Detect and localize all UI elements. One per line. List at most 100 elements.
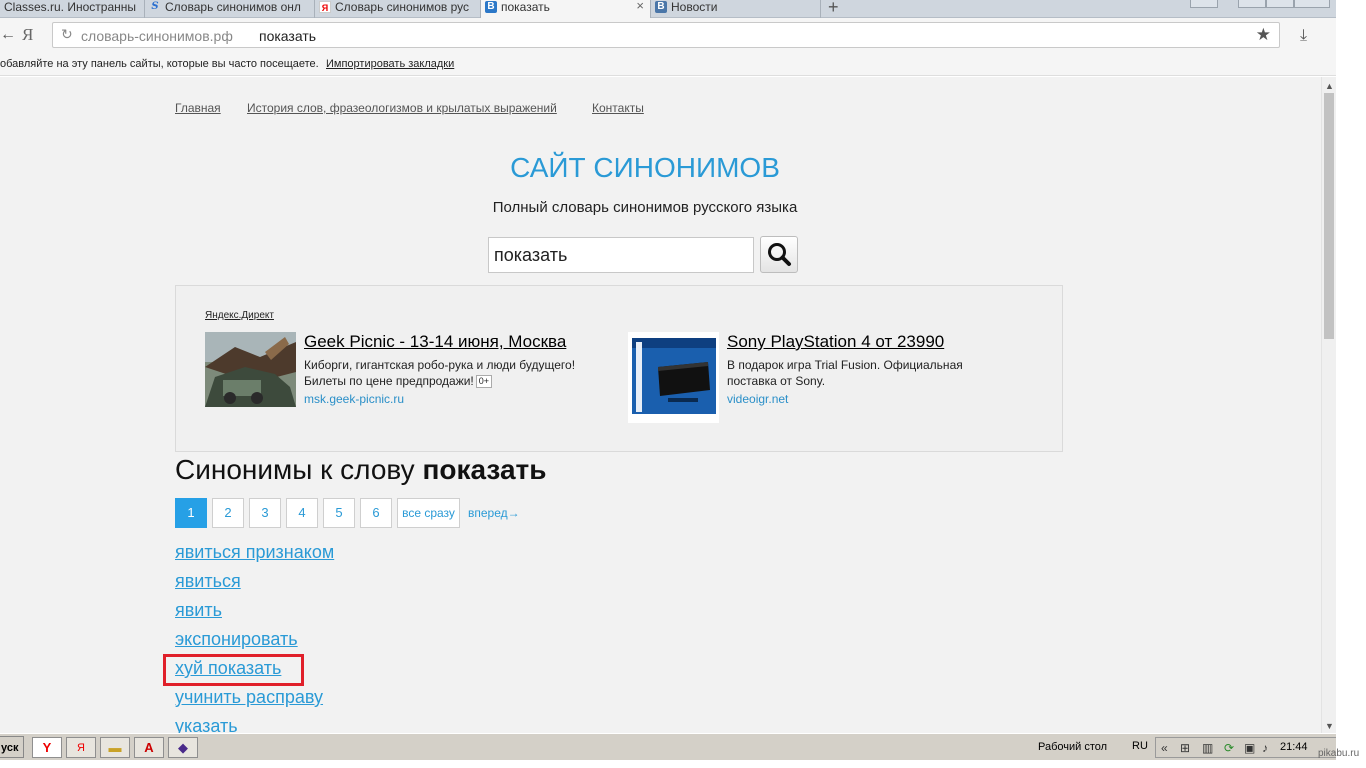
new-tab-button[interactable]: + — [828, 0, 839, 18]
page-button-4[interactable]: 4 — [286, 498, 318, 528]
scroll-up-icon[interactable]: ▲ — [1325, 81, 1334, 91]
tab-news[interactable]: В Новости — [651, 0, 821, 18]
download-icon[interactable]: ⤓ — [1300, 27, 1307, 45]
synonym-link[interactable]: явиться — [175, 571, 241, 592]
page-next-link[interactable]: вперед→ — [468, 506, 520, 520]
site-title[interactable]: САЙТ СИНОНИМОВ — [0, 152, 1290, 184]
taskbar: уск Y Я ▬ A ◆ Рабочий стол RU « ⊞ ▥ ⟳ ▣ … — [0, 733, 1336, 760]
ad-desc-line: Киборги, гигантская робо-рука и люди буд… — [304, 358, 576, 372]
menu-button[interactable] — [1190, 0, 1218, 8]
network-icon[interactable]: ▥ — [1202, 741, 1213, 755]
reload-icon[interactable]: ↻ — [61, 26, 73, 43]
tab-title: Словарь синонимов рус — [335, 0, 470, 14]
ad-block: Яндекс.Директ Geek Picnic - 13-14 июня, … — [175, 285, 1063, 452]
age-rating-badge: 0+ — [475, 375, 493, 388]
ad-url[interactable]: msk.geek-picnic.ru — [304, 392, 404, 406]
page-title: Синонимы к слову показать — [175, 454, 546, 486]
page-button-3[interactable]: 3 — [249, 498, 281, 528]
volume-icon[interactable]: ♪ — [1262, 741, 1268, 755]
language-indicator[interactable]: RU — [1132, 740, 1148, 752]
s-icon: S — [151, 1, 159, 12]
tab-synonyms-russian[interactable]: Я Словарь синонимов рус — [315, 0, 481, 18]
start-button[interactable]: уск — [0, 736, 24, 758]
desktop-toolbar-label[interactable]: Рабочий стол — [1038, 741, 1107, 753]
address-row: ← Я ↻ словарь-синонимов.рф показать ★ ⤓ — [0, 18, 1336, 54]
minimize-button[interactable] — [1238, 0, 1266, 8]
nav-history-link[interactable]: История слов, фразеологизмов и крылатых … — [247, 101, 557, 115]
synonym-link[interactable]: экспонировать — [175, 629, 298, 650]
maximize-button[interactable] — [1266, 0, 1294, 8]
tab-title: Словарь синонимов онл — [165, 0, 301, 14]
synonym-link[interactable]: явить — [175, 600, 222, 621]
url-query: показать — [259, 28, 317, 44]
ad-image-geek-picnic[interactable] — [205, 332, 296, 407]
yandex-browser-icon[interactable]: Y — [32, 737, 62, 758]
search-button[interactable] — [760, 236, 798, 273]
site-subtitle: Полный словарь синонимов русского языка — [492, 199, 798, 216]
page-button-6[interactable]: 6 — [360, 498, 392, 528]
tab-title: показать — [501, 0, 550, 14]
right-edge — [1336, 0, 1366, 768]
ad-desc-line-2: Билеты по цене предпродажи! 0+ — [304, 373, 614, 389]
address-bar[interactable]: ↻ словарь-синонимов.рф показать ★ — [52, 22, 1280, 48]
close-window-button[interactable] — [1294, 0, 1330, 8]
search-input[interactable] — [488, 237, 754, 273]
tab-synonyms-online[interactable]: S Словарь синонимов онл — [145, 0, 315, 18]
tab-active[interactable]: B показать × — [481, 0, 651, 19]
close-icon[interactable]: × — [636, 0, 644, 13]
highlight-frame — [163, 654, 304, 686]
sync-icon[interactable]: ⟳ — [1224, 741, 1234, 755]
back-arrow-icon[interactable]: ← — [0, 26, 16, 44]
yandex-logo[interactable]: Я — [22, 25, 33, 45]
yandex-direct-label[interactable]: Яндекс.Директ — [205, 310, 274, 321]
app-icon[interactable]: ◆ — [168, 737, 198, 758]
page-button-5[interactable]: 5 — [323, 498, 355, 528]
heading-prefix: Синонимы к слову — [175, 454, 415, 485]
nav-home-link[interactable]: Главная — [175, 101, 221, 115]
page-button-1[interactable]: 1 — [175, 498, 207, 528]
url-host: словарь-синонимов.рф — [81, 28, 233, 44]
vk-icon: В — [655, 1, 667, 13]
page-all-button[interactable]: все сразу — [397, 498, 460, 528]
synonym-link[interactable]: учинить расправу — [175, 687, 323, 708]
ad-desc-line: В подарок игра Trial Fusion. Официальная — [727, 358, 963, 372]
scroll-down-icon[interactable]: ▼ — [1325, 721, 1334, 731]
b-icon: B — [485, 1, 497, 13]
expand-tray-icon[interactable]: « — [1161, 741, 1168, 755]
ad-description: В подарок игра Trial Fusion. Официальная… — [727, 357, 1027, 389]
heading-word: показать — [422, 454, 547, 485]
synonym-link[interactable]: указать — [175, 716, 238, 733]
ad-title[interactable]: Geek Picnic - 13-14 июня, Москва — [304, 332, 566, 352]
tab-bar: Classes.ru. Иностранны S Словарь синоним… — [0, 0, 1336, 19]
folder-icon[interactable]: ▬ — [100, 737, 130, 758]
bookmarks-hint: обавляйте на эту панель сайты, которые в… — [0, 58, 319, 70]
import-bookmarks-link[interactable]: Импортировать закладки — [326, 58, 454, 70]
scroll-thumb[interactable] — [1324, 93, 1334, 339]
tab-title: Новости — [671, 0, 718, 14]
yandex-icon[interactable]: Я — [66, 737, 96, 758]
acrobat-icon[interactable]: A — [134, 737, 164, 758]
system-tray: « ⊞ ▥ ⟳ ▣ ♪ 21:44 — [1155, 737, 1336, 758]
ad-image-ps4[interactable] — [628, 332, 719, 423]
ad-title[interactable]: Sony PlayStation 4 от 23990 — [727, 332, 944, 352]
synonym-link[interactable]: явиться признаком — [175, 542, 334, 563]
page-button-2[interactable]: 2 — [212, 498, 244, 528]
clock[interactable]: 21:44 — [1280, 741, 1308, 753]
ad-url[interactable]: videoigr.net — [727, 392, 788, 406]
yandex-icon: Я — [319, 1, 331, 13]
vertical-scrollbar[interactable]: ▲ ▼ — [1321, 77, 1336, 733]
device-icon[interactable]: ▣ — [1244, 741, 1255, 755]
windows-icon[interactable]: ⊞ — [1180, 741, 1190, 755]
ad-desc-text: Билеты по цене предпродажи! — [304, 374, 474, 388]
search-icon — [768, 243, 791, 266]
bookmarks-bar: обавляйте на эту панель сайты, которые в… — [0, 54, 1336, 76]
ad-desc-line-2: поставка от Sony. — [727, 374, 826, 388]
tab-title: Classes.ru. Иностранны — [4, 0, 136, 14]
page-viewport: Главная История слов, фразеологизмов и к… — [0, 77, 1321, 733]
nav-contacts-link[interactable]: Контакты — [592, 101, 644, 115]
watermark: pikabu.ru — [1318, 748, 1360, 759]
bottom-edge — [0, 760, 1366, 768]
ad-description: Киборги, гигантская робо-рука и люди буд… — [304, 357, 614, 389]
tab-classes[interactable]: Classes.ru. Иностранны — [0, 0, 145, 18]
star-icon[interactable]: ★ — [1256, 25, 1271, 45]
